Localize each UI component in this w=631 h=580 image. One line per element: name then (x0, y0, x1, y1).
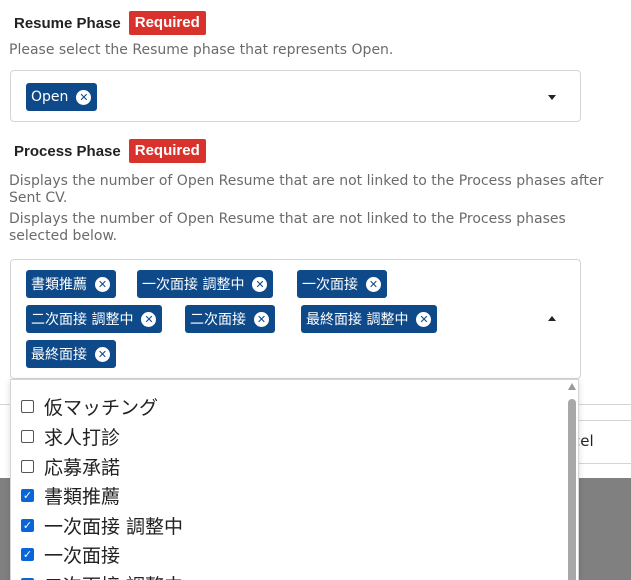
remove-chip-icon[interactable]: ✕ (141, 311, 157, 327)
option-label: 書類推薦 (44, 485, 121, 508)
selected-chip: 一次面接 調整中 ✕ (137, 270, 274, 298)
chevron-up-icon[interactable] (548, 316, 556, 321)
dropdown-option[interactable]: ✓ 一次面接 (21, 539, 120, 569)
chevron-down-icon[interactable] (548, 95, 556, 100)
remove-chip-icon[interactable]: ✕ (254, 311, 269, 327)
process-phase-label: Process Phase Required (14, 139, 206, 163)
remove-chip-icon[interactable]: ✕ (95, 346, 110, 362)
chip-label: 最終面接 (31, 347, 87, 363)
remove-chip-icon[interactable]: ✕ (366, 276, 381, 292)
process-phase-help-2: Displays the number of Open Resume that … (9, 211, 566, 244)
required-badge: Required (128, 11, 206, 35)
option-label: 一次面接 調整中 (44, 515, 184, 538)
resume-phase-select[interactable]: Open ✕ (10, 70, 581, 122)
chip-label: 書類推薦 (31, 277, 87, 293)
chip-label: 一次面接 調整中 (142, 277, 245, 293)
checkbox-checked[interactable]: ✓ (21, 488, 34, 502)
selected-chip: 書類推薦 ✕ (26, 270, 116, 298)
selected-chip: 一次面接 ✕ (297, 270, 387, 298)
dropdown-option[interactable]: 求人打診 (21, 421, 120, 451)
option-label: 二次面接 調整中 (44, 571, 183, 580)
dropdown-option[interactable]: 応募承諾 (21, 451, 120, 481)
resume-phase-title: Resume Phase (14, 14, 121, 32)
dropdown-option[interactable]: 仮マッチング (21, 391, 158, 421)
checkbox[interactable] (21, 399, 34, 413)
chip-label: 最終面接 調整中 (306, 312, 409, 328)
dropdown-option[interactable]: ✓ 二次面接 調整中 (21, 569, 183, 580)
scroll-thumb[interactable] (568, 399, 576, 580)
scroll-up-arrow-icon[interactable] (568, 383, 576, 390)
remove-chip-icon[interactable]: ✕ (252, 276, 268, 292)
selected-chip: 二次面接 調整中 ✕ (26, 305, 163, 333)
chip-label: 一次面接 (302, 277, 358, 293)
checkbox[interactable] (21, 459, 34, 473)
checkbox[interactable] (21, 429, 34, 443)
required-badge: Required (128, 139, 206, 163)
option-label: 仮マッチング (44, 396, 159, 419)
resume-phase-help: Please select the Resume phase that repr… (9, 42, 394, 58)
selected-chip: 二次面接 ✕ (185, 305, 275, 333)
process-phase-title: Process Phase (14, 142, 121, 160)
option-label: 求人打診 (44, 426, 121, 449)
selected-chip: Open ✕ (26, 83, 98, 111)
dropdown-option[interactable]: ✓ 一次面接 調整中 (21, 510, 183, 540)
checkbox-checked[interactable]: ✓ (21, 518, 34, 532)
chip-label: Open (31, 89, 69, 105)
chip-label: 二次面接 (190, 312, 246, 328)
process-phase-help-1: Displays the number of Open Resume that … (9, 173, 604, 206)
dropdown-scrollbar[interactable] (566, 383, 578, 580)
process-phase-dropdown: 仮マッチング 求人打診 応募承諾 ✓ 書類推薦 ✓ 一次面接 調整中 ✓ 一次面… (10, 379, 579, 580)
chip-label: 二次面接 調整中 (31, 312, 134, 328)
option-label: 一次面接 (44, 544, 121, 567)
resume-phase-label: Resume Phase Required (14, 11, 206, 35)
dropdown-option[interactable]: ✓ 書類推薦 (21, 480, 120, 510)
remove-chip-icon[interactable]: ✕ (95, 276, 110, 292)
remove-chip-icon[interactable]: ✕ (76, 89, 92, 105)
selected-chip: 最終面接 ✕ (26, 340, 116, 368)
checkbox-checked[interactable]: ✓ (21, 547, 34, 561)
selected-chip: 最終面接 調整中 ✕ (301, 305, 438, 333)
remove-chip-icon[interactable]: ✕ (416, 311, 432, 327)
process-phase-select[interactable]: 書類推薦 ✕ 一次面接 調整中 ✕ 一次面接 ✕ 二次面接 調整中 ✕ 二次面接… (10, 259, 581, 379)
option-label: 応募承諾 (44, 456, 121, 479)
